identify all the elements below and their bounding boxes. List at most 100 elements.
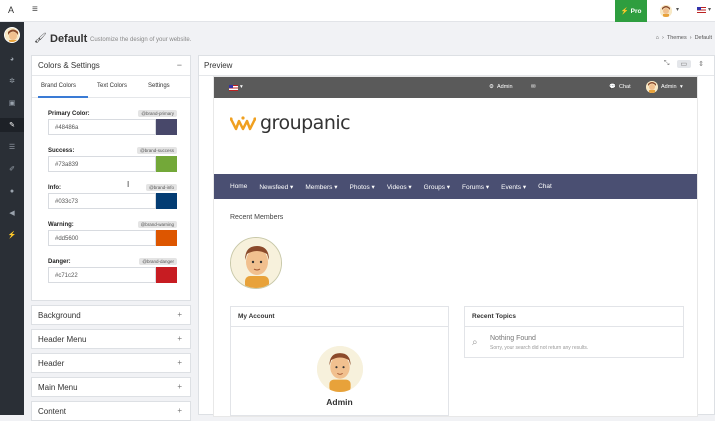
nothing-found-title: Nothing Found: [490, 335, 536, 342]
nav-groups[interactable]: Groups ▾: [424, 183, 450, 191]
menu-icon[interactable]: ≡: [32, 4, 38, 15]
plus-icon[interactable]: +: [177, 334, 182, 343]
active-tab-indicator: [38, 96, 88, 98]
tab-text-colors[interactable]: Text Colors: [97, 83, 127, 89]
success-color-input[interactable]: #73a839: [48, 156, 156, 172]
edit-icon[interactable]: ✐: [0, 162, 24, 176]
plus-icon[interactable]: +: [177, 382, 182, 391]
chevron-down-icon[interactable]: ▾: [680, 84, 683, 90]
variable-badge: @brand-warning: [137, 221, 177, 228]
section-label: Header Menu: [38, 335, 87, 344]
info-color-input[interactable]: #033c73: [48, 193, 156, 209]
us-flag-icon[interactable]: [229, 85, 238, 91]
users-icon[interactable]: ●: [0, 184, 24, 198]
success-color-swatch[interactable]: [156, 156, 177, 172]
section-label: Background: [38, 311, 81, 320]
home-icon[interactable]: ⌂: [656, 35, 659, 41]
brush-icon[interactable]: ✎: [0, 118, 24, 132]
section-header-menu[interactable]: Header Menu +: [31, 329, 191, 349]
monitor-icon[interactable]: ▭: [676, 60, 692, 68]
mail-icon[interactable]: ✉: [531, 84, 536, 90]
variable-badge: @brand-info: [146, 184, 177, 191]
gear-icon[interactable]: ⚙: [489, 84, 494, 90]
breadcrumb-themes[interactable]: Themes: [667, 35, 687, 41]
recent-members-label: Recent Members: [230, 214, 284, 221]
tab-brand-colors[interactable]: Brand Colors: [41, 83, 76, 89]
expand-icon[interactable]: ⤡: [664, 60, 670, 68]
nav-forums[interactable]: Forums ▾: [462, 183, 489, 191]
chevron-down-icon[interactable]: ▾: [676, 6, 679, 13]
chevron-down-icon[interactable]: ▾: [708, 6, 711, 13]
nav-photos[interactable]: Photos ▾: [350, 183, 375, 191]
site-topbar: ▾ ⚙ Admin ✉ 💬 Chat Admin ▾: [214, 77, 697, 98]
warning-color-swatch[interactable]: [156, 230, 177, 246]
recent-topics-title: Recent Topics: [465, 307, 683, 327]
member-avatar[interactable]: [230, 237, 282, 289]
color-label: Info:: [48, 185, 61, 191]
section-content[interactable]: Content +: [31, 401, 191, 421]
site-preview: ▾ ⚙ Admin ✉ 💬 Chat Admin ▾ groupanic Hom…: [214, 77, 697, 416]
site-nav: Home Newsfeed ▾ Members ▾ Photos ▾ Video…: [214, 174, 697, 199]
colors-settings-panel: Colors & Settings − Brand Colors Text Co…: [31, 55, 191, 301]
bolt-icon[interactable]: ⚡: [0, 228, 24, 242]
logo-text: groupanic: [260, 112, 351, 134]
site-chat-link[interactable]: Chat: [619, 84, 631, 90]
primary-color-swatch[interactable]: [156, 119, 177, 135]
danger-color-input[interactable]: #c71c22: [48, 267, 156, 283]
account-name[interactable]: Admin: [231, 397, 448, 407]
danger-color-swatch[interactable]: [156, 267, 177, 283]
site-logo[interactable]: groupanic: [230, 112, 351, 134]
collapse-icon[interactable]: −: [177, 60, 182, 70]
site-user-avatar[interactable]: [646, 81, 658, 93]
page-subtitle: Customize the design of your website.: [90, 37, 192, 43]
bolt-icon: ⚡: [620, 8, 629, 15]
section-label: Header: [38, 359, 65, 368]
crown-icon: [230, 116, 256, 131]
nav-videos[interactable]: Videos ▾: [387, 183, 412, 191]
us-flag-icon[interactable]: [697, 7, 706, 13]
preview-panel: Preview ⤡ ▭ ⇕ ▾ ⚙ Admin ✉ 💬 Chat Admin ▾…: [198, 55, 715, 416]
sidebar: ◕ ✲ ▣ ✎ ☰ ✐ ● ◀ ⚡: [0, 22, 24, 415]
pro-label: Pro: [630, 7, 642, 15]
variable-badge: @brand-danger: [139, 258, 177, 265]
app-logo[interactable]: A: [8, 5, 14, 15]
nav-members[interactable]: Members ▾: [305, 183, 337, 191]
chat-icon[interactable]: 💬: [609, 84, 616, 90]
user-avatar[interactable]: [660, 5, 672, 17]
nav-events[interactable]: Events ▾: [501, 183, 526, 191]
color-label: Success:: [48, 148, 75, 154]
dashboard-icon[interactable]: ◕: [0, 52, 24, 66]
megaphone-icon[interactable]: ◀: [0, 206, 24, 220]
info-color-swatch[interactable]: [156, 193, 177, 209]
panel-title: Colors & Settings: [38, 61, 100, 70]
pro-button[interactable]: ⚡ Pro: [615, 0, 647, 22]
plugin-icon[interactable]: ▣: [0, 96, 24, 110]
site-user-menu[interactable]: Admin: [661, 84, 677, 90]
nav-newsfeed[interactable]: Newsfeed ▾: [259, 183, 293, 191]
resize-icon[interactable]: ⇕: [698, 60, 704, 68]
chevron-down-icon[interactable]: ▾: [240, 84, 243, 90]
page-header: 🖌 Default Customize the design of your w…: [24, 22, 715, 54]
nav-home[interactable]: Home: [230, 183, 247, 190]
warning-color-input[interactable]: #dd5600: [48, 230, 156, 246]
site-admin-link[interactable]: Admin: [497, 84, 513, 90]
nothing-found-subtitle: Sorry, your search did not return any re…: [490, 345, 589, 351]
section-main-menu[interactable]: Main Menu +: [31, 377, 191, 397]
sidebar-avatar[interactable]: [4, 27, 20, 43]
recent-topics-box: Recent Topics ⌕ Nothing Found Sorry, you…: [464, 306, 684, 358]
plus-icon[interactable]: +: [177, 310, 182, 319]
plus-icon[interactable]: +: [177, 358, 182, 367]
breadcrumb-default: Default: [694, 35, 712, 41]
section-label: Main Menu: [38, 383, 78, 392]
tab-settings[interactable]: Settings: [148, 83, 170, 89]
primary-color-input[interactable]: #48486a: [48, 119, 156, 135]
list-icon[interactable]: ☰: [0, 140, 24, 154]
text-cursor-icon: I: [127, 180, 130, 189]
account-avatar[interactable]: [317, 346, 363, 392]
my-account-title: My Account: [231, 307, 448, 327]
nav-chat[interactable]: Chat: [538, 183, 552, 190]
plus-icon[interactable]: +: [177, 406, 182, 415]
gear-icon[interactable]: ✲: [0, 74, 24, 88]
section-background[interactable]: Background +: [31, 305, 191, 325]
section-header[interactable]: Header +: [31, 353, 191, 373]
